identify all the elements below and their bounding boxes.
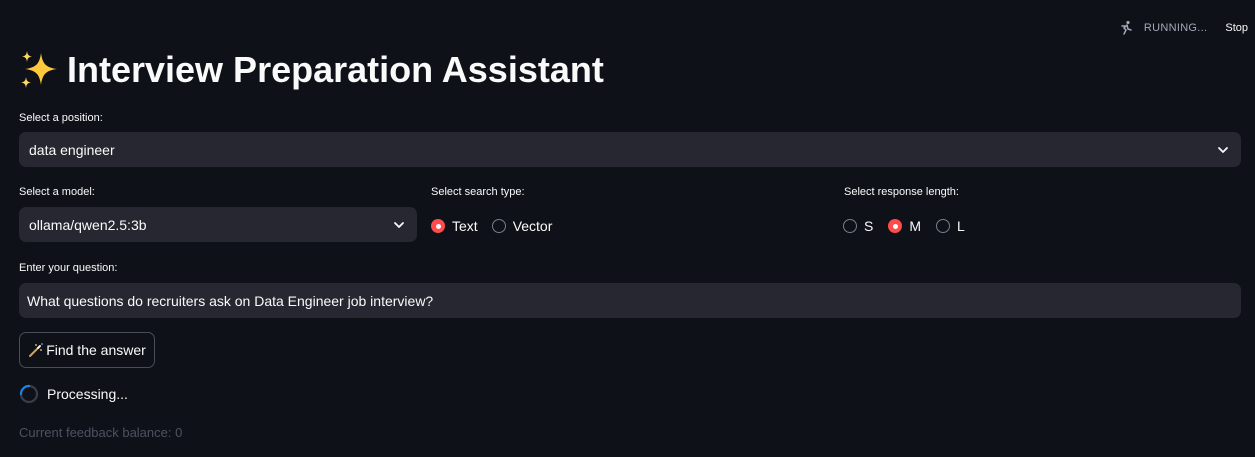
search-type-option-text[interactable]: Text bbox=[431, 218, 478, 234]
stop-button[interactable]: Stop bbox=[1225, 22, 1248, 34]
search-type-option-label: Text bbox=[452, 218, 478, 234]
running-man-icon bbox=[1121, 20, 1132, 35]
search-type-label: Select search type: bbox=[431, 186, 525, 198]
magic-wand-icon bbox=[29, 343, 43, 357]
search-type-option-label: Vector bbox=[512, 218, 553, 234]
search-type-radio-group: Text Vector bbox=[431, 218, 552, 234]
model-select[interactable]: ollama/qwen2.5:3b bbox=[19, 207, 417, 242]
feedback-balance: Current feedback balance: 0 bbox=[19, 425, 183, 440]
response-length-option-label: M bbox=[909, 218, 922, 234]
radio-selected-icon bbox=[431, 219, 445, 233]
spinner-icon bbox=[19, 384, 39, 404]
find-answer-button[interactable]: Find the answer bbox=[19, 332, 155, 368]
model-label: Select a model: bbox=[19, 186, 95, 198]
response-length-option-s[interactable]: S bbox=[843, 218, 873, 234]
processing-text: Processing... bbox=[47, 386, 128, 402]
running-status-text: RUNNING... bbox=[1143, 22, 1208, 34]
radio-selected-icon bbox=[888, 219, 903, 233]
sparkles-icon bbox=[21, 51, 57, 88]
processing-indicator: Processing... bbox=[19, 384, 128, 404]
title-text: Interview Preparation Assistant bbox=[67, 49, 604, 90]
response-length-radio-group: S M L bbox=[843, 218, 965, 234]
radio-unselected-icon bbox=[843, 219, 857, 233]
response-length-option-label: L bbox=[957, 218, 965, 234]
find-answer-label: Find the answer bbox=[46, 342, 146, 358]
radio-unselected-icon bbox=[491, 219, 506, 233]
position-select-value: data engineer bbox=[29, 141, 115, 158]
page-title: Interview Preparation Assistant bbox=[19, 48, 604, 92]
question-input-value: What questions do recruiters ask on Data… bbox=[27, 292, 434, 309]
question-label: Enter your question: bbox=[19, 262, 118, 274]
question-input[interactable]: What questions do recruiters ask on Data… bbox=[19, 283, 1241, 318]
app-status: RUNNING... Stop bbox=[1118, 20, 1248, 36]
response-length-option-l[interactable]: L bbox=[936, 218, 965, 234]
position-label: Select a position: bbox=[19, 112, 103, 124]
response-length-option-label: S bbox=[864, 218, 874, 234]
radio-unselected-icon bbox=[936, 219, 951, 233]
response-length-option-m[interactable]: M bbox=[888, 218, 921, 234]
model-select-value: ollama/qwen2.5:3b bbox=[29, 216, 147, 233]
chevron-down-icon bbox=[394, 221, 404, 228]
response-length-label: Select response length: bbox=[844, 186, 959, 198]
search-type-option-vector[interactable]: Vector bbox=[491, 218, 553, 234]
position-select[interactable]: data engineer bbox=[19, 132, 1241, 167]
chevron-down-icon bbox=[1218, 146, 1228, 153]
